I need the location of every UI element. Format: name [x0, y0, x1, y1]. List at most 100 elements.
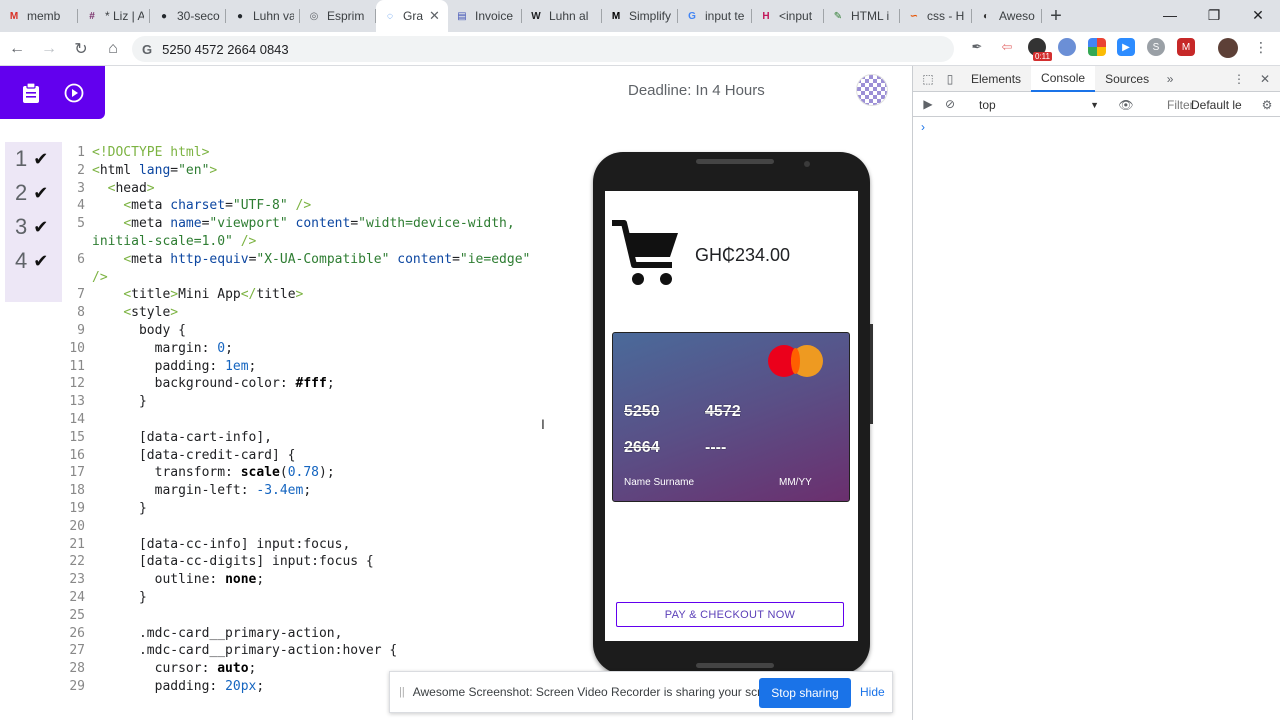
card-expiry-field[interactable]: MM/YY [779, 477, 812, 488]
m-ext-icon[interactable]: M [1177, 38, 1195, 56]
code-line: 10 margin: 0; [69, 340, 233, 356]
browser-tab[interactable]: ◐ Aweso [972, 0, 1042, 32]
app-actions [0, 66, 105, 119]
browser-menu-icon[interactable]: ⋮ [1252, 38, 1270, 56]
card-digits-3[interactable]: 2664 [624, 439, 660, 457]
tab-title: HTML i [851, 9, 890, 23]
invoice-icon: ▤ [457, 10, 467, 22]
screen-share-bar: || Awesome Screenshot: Screen Video Reco… [389, 671, 893, 713]
sidebar-toggle-icon[interactable]: ▶ [917, 91, 939, 117]
close-window-icon[interactable]: ✕ [1236, 0, 1280, 30]
phone-side-button [870, 324, 873, 424]
filter-input[interactable]: Filter [1167, 98, 1194, 112]
tab-sources[interactable]: Sources [1095, 66, 1159, 92]
phone-preview: GH₵234.00 5250 4572 2664 ---- Name Surna… [593, 152, 873, 674]
browser-tab[interactable]: ● Luhn va [226, 0, 300, 32]
code-line: 7 <title>Mini App</title> [77, 287, 304, 303]
devtools-menu-icon[interactable]: ⋮ [1228, 66, 1250, 92]
code-line: 23 outline: none; [69, 572, 265, 588]
browser-tab[interactable]: ◎ Esprim [300, 0, 376, 32]
browser-tab[interactable]: Mmemb [0, 0, 78, 32]
browser-tab[interactable]: W Luhn al [522, 0, 602, 32]
card-name-field[interactable]: Name Surname [624, 477, 694, 488]
page-viewport: Deadline: In 4 Hours 1 ✔ 2 ✔ 3 ✔ 4 ✔ 1 <!DOCTYPE… [0, 66, 912, 720]
browser-tab[interactable]: Ginput te [678, 0, 752, 32]
skype-ext-icon[interactable]: S [1147, 38, 1165, 56]
pay-checkout-button[interactable]: PAY & CHECKOUT NOW [616, 602, 844, 627]
url-text[interactable]: 5250 4572 2664 0843 [162, 42, 289, 57]
browser-tab[interactable]: ● 30-seco [150, 0, 226, 32]
card-digits-1[interactable]: 5250 [624, 403, 660, 421]
code-line: /> [92, 269, 108, 285]
back-icon[interactable]: ← [2, 34, 32, 64]
home-icon[interactable]: ⌂ [98, 34, 128, 64]
clear-console-icon[interactable]: ⊘ [939, 91, 961, 117]
finance-ext-icon[interactable] [1058, 38, 1076, 56]
code-line: 27 .mdc-card__primary-action:hover { [69, 643, 398, 659]
code-line: 22 [data-cc-digits] input:focus { [69, 554, 374, 570]
close-devtools-icon[interactable]: ✕ [1254, 66, 1276, 92]
device-toolbar-icon[interactable]: ▯ [939, 66, 961, 92]
console-prompt[interactable]: › [921, 120, 925, 134]
cart-icon [610, 219, 682, 289]
forward-icon[interactable]: → [34, 34, 64, 64]
eyedropper-icon[interactable]: ✒ [968, 38, 986, 56]
restore-icon[interactable]: ❐ [1192, 0, 1236, 30]
mastercard-icon [768, 345, 832, 377]
clipboard-icon[interactable] [20, 82, 42, 104]
inspect-icon[interactable]: ⬚ [917, 66, 939, 92]
browser-tab[interactable]: ▤ Invoice [448, 0, 522, 32]
browser-tab[interactable]: ∽ css - H [900, 0, 972, 32]
drag-handle-icon[interactable]: || [399, 686, 405, 698]
browser-tab[interactable]: # * Liz | A [78, 0, 150, 32]
log-levels-select[interactable]: Default le [1191, 98, 1242, 112]
tab-strip: Mmemb # * Liz | A ● 30-seco ● Luhn va ◎ Esprim ◌ G… [0, 0, 1280, 32]
play-circle-icon[interactable] [63, 82, 85, 104]
browser-tab[interactable]: M Simplify [602, 0, 678, 32]
card-digits-2[interactable]: 4572 [705, 403, 741, 421]
stop-sharing-button[interactable]: Stop sharing [759, 678, 851, 708]
code-line: 24 } [69, 589, 147, 605]
google-icon: G [688, 10, 696, 22]
progress-checklist: 1 ✔ 2 ✔ 3 ✔ 4 ✔ [5, 142, 62, 302]
context-select[interactable]: top ▼ [979, 96, 1103, 113]
tab-title: Simplify [629, 9, 672, 23]
reload-icon[interactable]: ↻ [66, 34, 96, 64]
context-value: top [979, 97, 996, 112]
tab-title: input te [705, 9, 745, 23]
credit-card: 5250 4572 2664 ---- Name Surname MM/YY [612, 332, 850, 502]
console-settings-icon[interactable]: ⚙ [1256, 92, 1278, 118]
share-message: Awesome Screenshot: Screen Video Recorde… [412, 685, 785, 699]
chevron-down-icon: ▼ [1090, 99, 1099, 110]
tab-elements[interactable]: Elements [961, 66, 1031, 92]
more-tabs-icon[interactable]: » [1159, 66, 1181, 92]
code-line: 11 padding: 1em; [69, 358, 257, 374]
code-line: 20 [69, 518, 85, 534]
devtools-panel: ⬚ ▯ Elements Console Sources » ⋮ ✕ ▶ ⊘ t… [912, 65, 1280, 720]
address-bar[interactable]: G 5250 4572 2664 0843 [132, 36, 954, 62]
medium-icon: M [611, 10, 621, 22]
tab-console[interactable]: Console [1031, 65, 1096, 92]
css-icon: ∽ [909, 10, 919, 22]
arrow-ext-icon[interactable]: ⇦ [998, 38, 1016, 56]
new-tab-button[interactable]: + [1042, 0, 1070, 32]
cart-amount: GH₵234.00 [695, 245, 791, 265]
code-line: 6 <meta http-equiv="X-UA-Compatible" con… [77, 251, 531, 267]
browser-tab[interactable]: ◌ Gra ✕ [376, 0, 448, 32]
checklist-number: 1 [15, 146, 28, 171]
colorful-ext-icon[interactable] [1088, 38, 1106, 56]
browser-tab[interactable]: ✎ HTML i [824, 0, 900, 32]
user-avatar[interactable] [856, 74, 888, 106]
card-digits-4[interactable]: ---- [705, 439, 726, 457]
close-tab-icon[interactable]: ✕ [429, 8, 440, 24]
profile-avatar[interactable] [1218, 38, 1238, 58]
browser-tab[interactable]: H <input [752, 0, 824, 32]
code-line: 18 margin-left: -3.4em; [69, 483, 312, 499]
zoom-ext-icon[interactable]: ▶ [1117, 38, 1135, 56]
minimize-icon[interactable]: — [1148, 0, 1192, 30]
code-editor[interactable]: 1 <!DOCTYPE html> 2 <html lang="en"> 3 <he… [62, 144, 582, 696]
hide-button[interactable]: Hide [860, 685, 885, 699]
tab-title: 30-seco [177, 9, 220, 23]
tab-title: * Liz | A [105, 9, 144, 23]
live-expression-icon[interactable]: 👁 [1115, 92, 1137, 118]
